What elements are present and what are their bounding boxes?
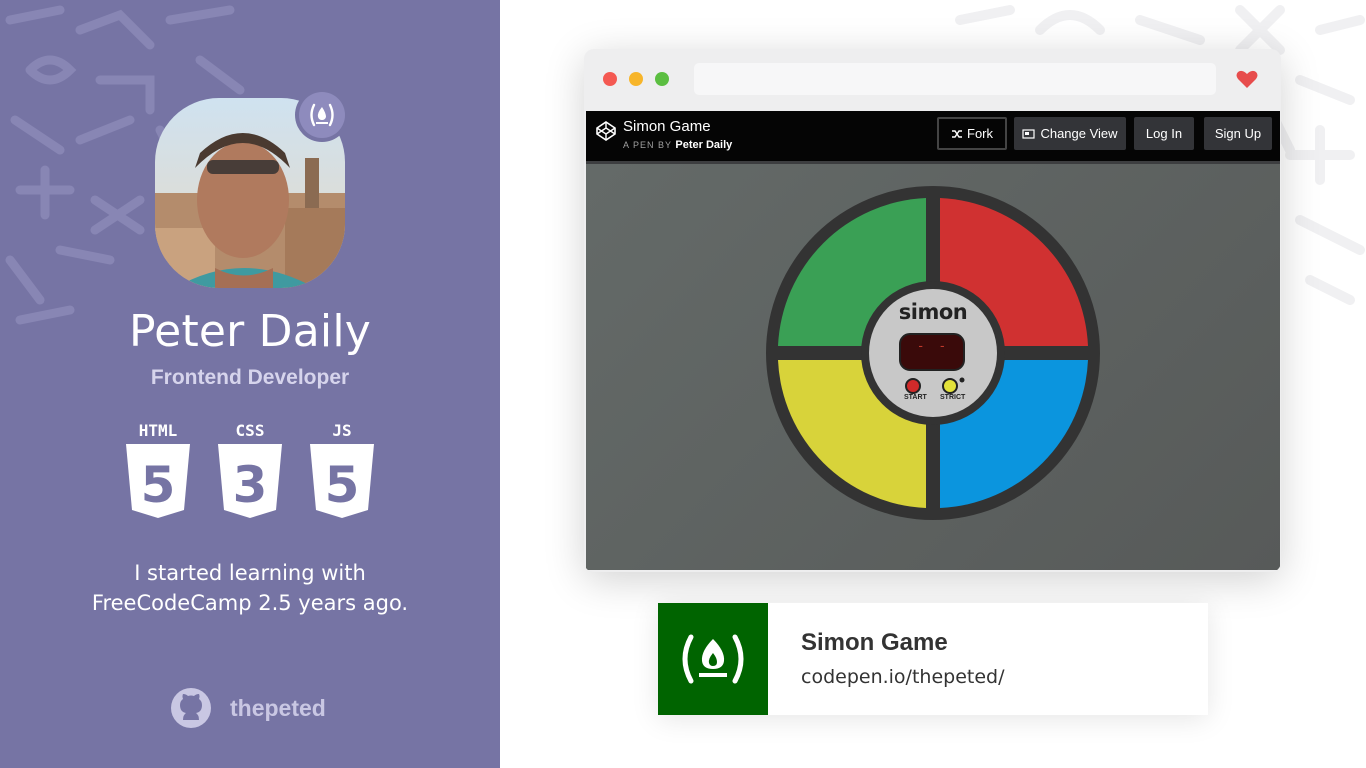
change-view-button[interactable]: Change View bbox=[1014, 117, 1126, 150]
card-title: Simon Game bbox=[801, 629, 948, 656]
html-badge-label: HTML bbox=[139, 421, 178, 440]
heart-icon[interactable] bbox=[1236, 69, 1258, 89]
simon-count: - - bbox=[916, 339, 950, 354]
html-badge-number: 5 bbox=[141, 456, 176, 514]
css-badge-number: 3 bbox=[233, 456, 268, 514]
project-card[interactable]: Simon Game codepen.io/thepeted/ bbox=[658, 603, 1208, 715]
tech-badges: HTML 5 CSS 3 JS 5 bbox=[122, 420, 382, 530]
strict-indicator-led bbox=[959, 377, 965, 383]
signup-label: Sign Up bbox=[1214, 126, 1262, 141]
simon-brand: simon bbox=[898, 300, 968, 324]
fork-button[interactable]: Fork bbox=[937, 117, 1007, 150]
freecodecamp-badge bbox=[295, 88, 349, 142]
maximize-dot[interactable] bbox=[655, 72, 669, 86]
profile-role: Frontend Developer bbox=[150, 366, 350, 389]
login-button[interactable]: Log In bbox=[1134, 117, 1194, 150]
pen-author-line: A PEN BY Peter Daily bbox=[623, 139, 732, 151]
window-controls bbox=[603, 72, 669, 86]
freecodecamp-fire-icon bbox=[310, 103, 334, 127]
fork-icon bbox=[952, 129, 962, 138]
close-dot[interactable] bbox=[603, 72, 617, 86]
codepen-header: Simon Game A PEN BY Peter Daily Fork Cha… bbox=[586, 111, 1280, 161]
fork-label: Fork bbox=[967, 126, 993, 141]
pen-title[interactable]: Simon Game bbox=[623, 118, 711, 135]
login-label: Log In bbox=[1145, 126, 1183, 141]
avatar-container bbox=[155, 88, 349, 288]
start-label: START bbox=[904, 394, 927, 401]
css-badge-label: CSS bbox=[236, 421, 265, 440]
pen-preview: simon - - START STRICT bbox=[586, 161, 1280, 570]
pen-by-prefix: A PEN BY bbox=[623, 140, 672, 150]
start-button[interactable] bbox=[905, 378, 921, 394]
browser-window: Simon Game A PEN BY Peter Daily Fork Cha… bbox=[584, 49, 1281, 572]
html5-badge: HTML 5 bbox=[122, 420, 194, 520]
github-username: thepeted bbox=[230, 694, 326, 721]
css3-badge: CSS 3 bbox=[214, 420, 286, 520]
github-link[interactable]: thepeted bbox=[170, 686, 326, 730]
github-icon bbox=[171, 688, 211, 728]
simon-game-board: simon - - START STRICT bbox=[766, 186, 1100, 520]
view-icon bbox=[1022, 128, 1036, 139]
profile-panel: Peter Daily Frontend Developer HTML 5 CS… bbox=[0, 0, 500, 768]
change-view-label: Change View bbox=[1040, 126, 1118, 141]
strict-label: STRICT bbox=[940, 394, 966, 401]
bio-line-2: FreeCodeCamp 2.5 years ago. bbox=[91, 591, 409, 615]
card-url[interactable]: codepen.io/thepeted/ bbox=[801, 666, 1005, 688]
codepen-logo-icon[interactable] bbox=[596, 121, 616, 141]
strict-button[interactable] bbox=[942, 378, 958, 394]
js-badge: JS 5 bbox=[306, 420, 378, 520]
minimize-dot[interactable] bbox=[629, 72, 643, 86]
address-bar[interactable] bbox=[694, 63, 1216, 95]
freecodecamp-fire-icon bbox=[682, 634, 744, 684]
js-badge-number: 5 bbox=[325, 456, 360, 514]
freecodecamp-logo bbox=[658, 603, 768, 715]
signup-button[interactable]: Sign Up bbox=[1204, 117, 1272, 150]
bio-line-1: I started learning with bbox=[134, 561, 366, 585]
js-badge-label: JS bbox=[332, 421, 351, 440]
profile-bio: I started learning with FreeCodeCamp 2.5… bbox=[0, 558, 500, 618]
pen-author[interactable]: Peter Daily bbox=[675, 139, 732, 151]
profile-name: Peter Daily bbox=[129, 306, 371, 357]
